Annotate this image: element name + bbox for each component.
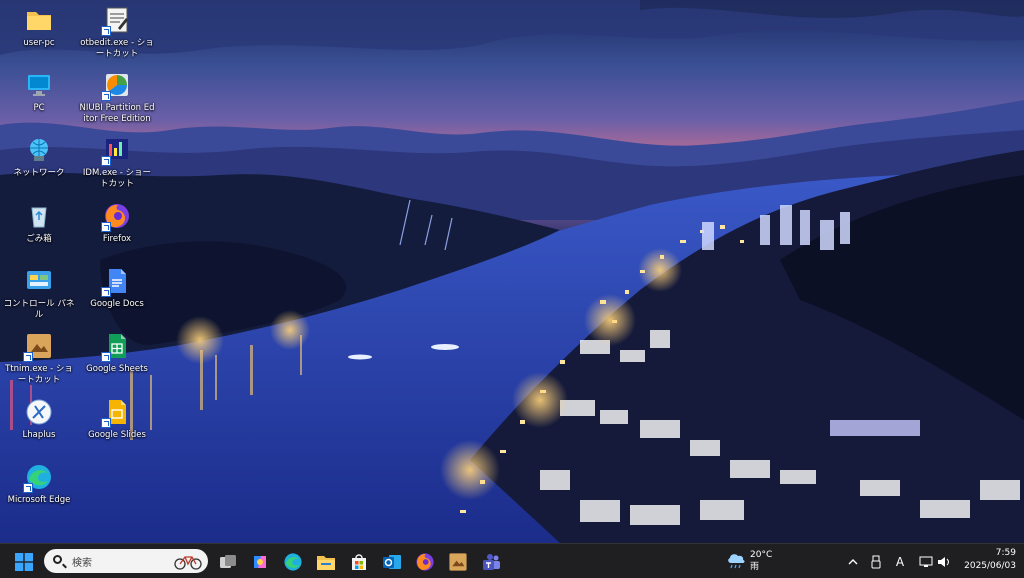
ime-mode-button[interactable]: A: [890, 550, 910, 574]
firefox-icon: [416, 553, 434, 571]
teams-icon: [483, 554, 500, 570]
desktop-icon-control-panel[interactable]: コントロール パネル: [1, 267, 77, 320]
bicycle-icon: [174, 556, 202, 570]
windows-logo-icon: [15, 553, 33, 571]
google-docs-icon: [101, 267, 131, 297]
taskbar-ttnim-button[interactable]: [446, 550, 470, 574]
desktop-icon-google-slides[interactable]: Google Slides: [79, 398, 155, 441]
outlook-button[interactable]: [380, 550, 404, 574]
usb-icon: [871, 555, 881, 569]
chevron-up-icon: [848, 559, 858, 565]
partition-editor-icon: [101, 71, 131, 101]
desktop-icon-microsoft-edge[interactable]: Microsoft Edge: [1, 463, 77, 506]
ethernet-icon: [919, 556, 933, 567]
desktop-icon-google-docs[interactable]: Google Docs: [79, 267, 155, 310]
ime-mode-label: A: [895, 555, 905, 569]
taskbar-firefox-button[interactable]: [413, 550, 437, 574]
ttnim-app-icon: [23, 332, 53, 362]
folder-icon: [25, 6, 53, 34]
desktop-icon-idm-shortcut[interactable]: IDM.exe - ショートカット: [79, 136, 155, 189]
monitor-icon: [25, 71, 53, 99]
shortcut-arrow-icon: [23, 352, 33, 362]
google-slides-icon: [101, 398, 131, 428]
taskbar: 検索 20°C 雨 A 7:59 2025/06/03: [0, 543, 1024, 578]
control-panel-icon: [25, 267, 53, 295]
ttnim-app-icon: [449, 553, 467, 571]
otbedit-icon: [101, 6, 131, 36]
desktop-icon-niubi-partition[interactable]: NIUBI Partition Editor Free Edition: [79, 71, 155, 124]
idm-icon: [101, 136, 131, 166]
shortcut-arrow-icon: [101, 352, 111, 362]
usb-device-button[interactable]: [866, 550, 886, 574]
show-hidden-icons-button[interactable]: [843, 550, 863, 574]
copilot-button[interactable]: [248, 550, 272, 574]
weather-temperature: 20°C: [750, 550, 773, 560]
shortcut-arrow-icon: [101, 156, 111, 166]
network-icon: [25, 136, 53, 164]
copilot-icon: [254, 556, 266, 568]
desktop-icon-lhaplus[interactable]: Lhaplus: [1, 398, 77, 441]
task-view-button[interactable]: [216, 550, 240, 574]
recycle-bin-icon: [25, 202, 53, 230]
network-status-button[interactable]: [916, 550, 936, 574]
speaker-icon: [938, 557, 949, 567]
desktop-icon-network[interactable]: ネットワーク: [1, 136, 77, 179]
search-placeholder: 検索: [72, 558, 92, 569]
desktop-icon-user-folder[interactable]: user-pc: [1, 6, 77, 49]
desktop-icon-google-sheets[interactable]: Google Sheets: [79, 332, 155, 375]
task-view-icon: [220, 555, 236, 568]
lhaplus-icon: [25, 398, 53, 426]
desktop-icon-firefox[interactable]: Firefox: [79, 202, 155, 245]
file-explorer-button[interactable]: [314, 550, 338, 574]
clock-date: 2025/06/03: [964, 561, 1016, 571]
clock-time: 7:59: [995, 548, 1016, 558]
desktop-icon-ttnim-shortcut[interactable]: Ttnim.exe - ショートカット: [1, 332, 77, 385]
file-explorer-icon: [317, 556, 335, 570]
taskbar-search-box[interactable]: 検索: [44, 549, 208, 573]
weather-widget[interactable]: 20°C 雨: [726, 548, 786, 574]
microsoft-store-button[interactable]: [347, 550, 371, 574]
start-button[interactable]: [12, 550, 36, 574]
firefox-icon: [101, 202, 131, 232]
edge-icon: [23, 463, 53, 493]
google-sheets-icon: [101, 332, 131, 362]
shortcut-arrow-icon: [101, 91, 111, 101]
outlook-icon: [383, 555, 401, 569]
shortcut-arrow-icon: [101, 222, 111, 232]
shortcut-arrow-icon: [101, 26, 111, 36]
teams-button[interactable]: [479, 550, 503, 574]
rain-cloud-icon: [728, 554, 745, 569]
desktop-icon-pc[interactable]: PC: [1, 71, 77, 114]
shortcut-arrow-icon: [101, 418, 111, 428]
desktop-icon-otbedit-shortcut[interactable]: otbedit.exe - ショートカット: [79, 6, 155, 59]
edge-icon: [284, 553, 302, 571]
volume-button[interactable]: [934, 550, 954, 574]
desktop-icon-recycle-bin[interactable]: ごみ箱: [1, 202, 77, 245]
clock[interactable]: 7:59 2025/06/03: [958, 548, 1016, 574]
weather-condition: 雨: [750, 562, 760, 572]
taskbar-edge-button[interactable]: [281, 550, 305, 574]
shortcut-arrow-icon: [23, 483, 33, 493]
search-icon: [53, 555, 62, 564]
store-icon: [352, 554, 366, 570]
shortcut-arrow-icon: [101, 287, 111, 297]
